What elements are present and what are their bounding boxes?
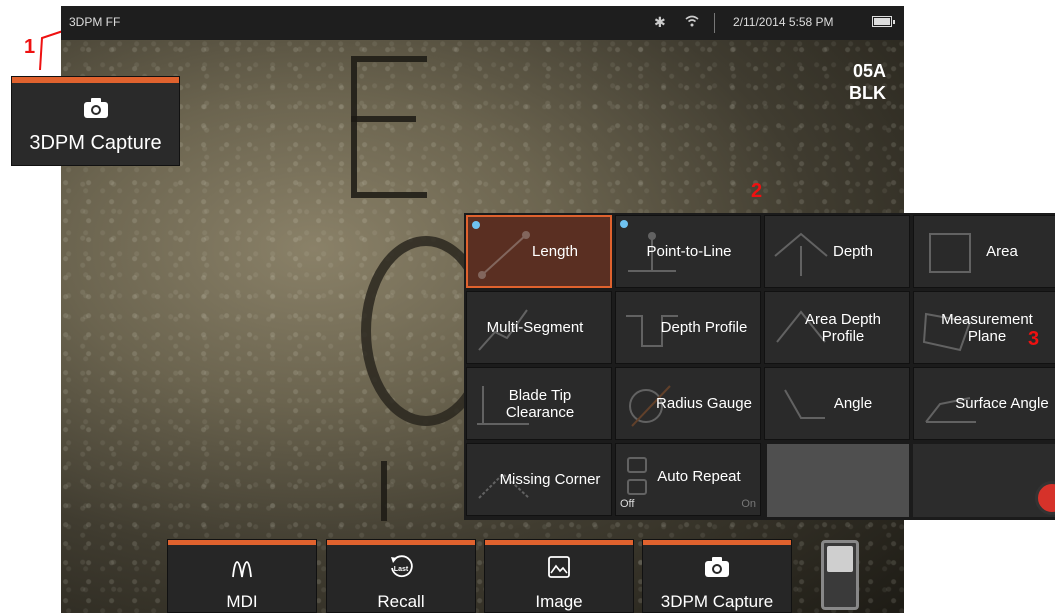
toggle-on-label: On bbox=[741, 498, 756, 510]
tile-surface-angle[interactable]: Surface Angle bbox=[913, 367, 1055, 440]
mdi-button[interactable]: MDI bbox=[167, 539, 317, 613]
etched-mark bbox=[381, 461, 447, 521]
toggle-off-label: Off bbox=[620, 498, 635, 510]
tile-label: Depth bbox=[832, 243, 874, 260]
menu-empty-slot bbox=[913, 444, 1055, 517]
callout-3: 3 bbox=[1028, 328, 1040, 350]
measurement-menu: Length Point-to-Line Depth Area Multi-Se… bbox=[464, 213, 1055, 520]
camera-icon bbox=[84, 98, 108, 118]
accent-bar bbox=[643, 540, 791, 545]
tile-length[interactable]: Length bbox=[466, 215, 612, 288]
tile-depth[interactable]: Depth bbox=[764, 215, 910, 288]
tile-label: Depth Profile bbox=[660, 319, 748, 336]
tile-area[interactable]: Area bbox=[913, 215, 1055, 288]
tile-label: Blade Tip Clearance bbox=[505, 386, 575, 421]
tile-label: Auto Repeat bbox=[657, 468, 741, 485]
tile-blade-tip-clearance[interactable]: Blade Tip Clearance bbox=[466, 367, 612, 440]
status-divider bbox=[714, 13, 715, 33]
callout-2: 2 bbox=[751, 180, 763, 202]
tile-missing-corner[interactable]: Missing Corner bbox=[466, 443, 612, 516]
camera-icon bbox=[705, 557, 729, 577]
3dpm-capture-button[interactable]: 3DPM Capture bbox=[642, 539, 792, 613]
tile-label: Length bbox=[532, 243, 578, 260]
status-title: 3DPM FF bbox=[69, 15, 121, 29]
image-tag-line1: 05A bbox=[852, 61, 886, 81]
tile-radius-gauge[interactable]: Radius Gauge bbox=[615, 367, 761, 440]
battery-icon bbox=[872, 16, 895, 27]
image-icon bbox=[548, 556, 570, 578]
mdi-label: MDI bbox=[226, 592, 258, 611]
image-tag: 05A BLK bbox=[849, 60, 886, 104]
accent-bar bbox=[327, 540, 475, 545]
accent-bar bbox=[485, 540, 633, 545]
tile-label: Surface Angle bbox=[955, 395, 1049, 412]
image-button[interactable]: Image bbox=[484, 539, 634, 613]
toggle-knob bbox=[827, 546, 853, 572]
recall-icon-text: Last bbox=[394, 566, 409, 573]
status-bar: 3DPM FF ✱ 2/11/2014 5:58 PM bbox=[61, 6, 904, 40]
view-toggle-switch[interactable] bbox=[821, 540, 859, 610]
etched-mark bbox=[351, 116, 416, 122]
accent-bar bbox=[12, 77, 179, 83]
status-datetime: 2/11/2014 5:58 PM bbox=[733, 15, 834, 29]
image-tag-line2: BLK bbox=[849, 83, 886, 103]
tile-point-to-line[interactable]: Point-to-Line bbox=[615, 215, 761, 288]
etched-mark bbox=[351, 56, 427, 198]
wifi-icon bbox=[685, 15, 699, 27]
menu-empty-slot bbox=[767, 444, 909, 517]
tile-label: Missing Corner bbox=[499, 471, 601, 488]
tile-label: Angle bbox=[833, 395, 873, 412]
tile-angle[interactable]: Angle bbox=[764, 367, 910, 440]
recall-last-icon: Last bbox=[391, 555, 413, 578]
tile-label: Point-to-Line bbox=[646, 243, 732, 260]
accent-bar bbox=[168, 540, 316, 545]
bluetooth-icon: ✱ bbox=[654, 14, 666, 30]
tile-label: Radius Gauge bbox=[656, 395, 752, 412]
tile-depth-profile[interactable]: Depth Profile bbox=[615, 291, 761, 364]
recall-label: Recall bbox=[377, 592, 425, 611]
tile-label: Multi-Segment bbox=[486, 319, 584, 336]
side-3dpm-capture-button[interactable]: 3DPM Capture bbox=[11, 76, 180, 166]
tile-multi-segment[interactable]: Multi-Segment bbox=[466, 291, 612, 364]
tile-label: Area bbox=[986, 243, 1018, 260]
image-label: Image bbox=[535, 592, 583, 611]
side-capture-label: 3DPM Capture bbox=[29, 132, 162, 154]
capture-label: 3DPM Capture bbox=[660, 592, 774, 611]
recall-button[interactable]: Last Recall bbox=[326, 539, 476, 613]
tile-area-depth-profile[interactable]: Area Depth Profile bbox=[764, 291, 910, 364]
mdi-icon bbox=[232, 561, 252, 578]
tile-auto-repeat[interactable]: Auto Repeat Off On bbox=[615, 443, 761, 516]
tile-label: Area Depth Profile bbox=[805, 310, 881, 345]
